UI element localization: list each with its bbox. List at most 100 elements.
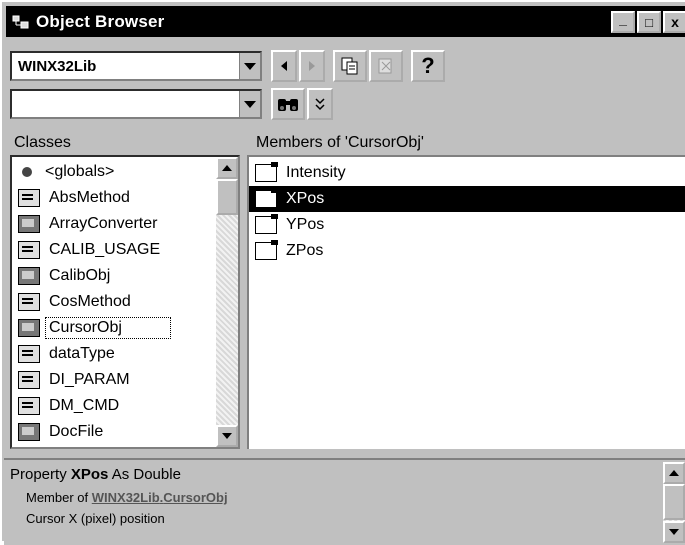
list-item[interactable]: YPos — [249, 212, 685, 238]
list-item[interactable]: DI_PARAM — [12, 367, 133, 393]
classes-scrollbar[interactable] — [216, 157, 238, 447]
scroll-down-button[interactable] — [663, 521, 685, 543]
list-item[interactable]: DocFile — [12, 419, 106, 445]
class-label: <globals> — [45, 163, 115, 180]
search-combo[interactable] — [10, 89, 262, 119]
classes-header: Classes — [10, 131, 235, 155]
class-link[interactable]: CursorObj — [163, 490, 227, 505]
search-button[interactable] — [271, 88, 305, 120]
member-of-label: Member of — [26, 490, 92, 505]
scroll-thumb[interactable] — [663, 484, 685, 520]
back-arrow-icon — [281, 61, 287, 71]
title-bar[interactable]: Object Browser _ □ x — [6, 6, 685, 37]
chevron-down-icon — [669, 529, 679, 535]
property-icon — [255, 162, 278, 182]
enum-icon — [18, 241, 40, 259]
copy-to-clipboard-button[interactable] — [333, 50, 367, 82]
scroll-up-button[interactable] — [216, 157, 238, 179]
member-label: Intensity — [286, 164, 346, 181]
pane-splitter[interactable] — [240, 131, 247, 449]
library-combo[interactable]: WINX32Lib — [10, 51, 262, 81]
view-definition-button[interactable] — [369, 50, 403, 82]
signature-suffix: As Double — [108, 466, 181, 483]
globals-icon — [22, 167, 32, 177]
close-button[interactable]: x — [663, 11, 685, 33]
class-label: AbsMethod — [49, 189, 130, 206]
class-label: CosMethod — [49, 293, 131, 310]
list-item[interactable]: AbsMethod — [12, 185, 133, 211]
signature-prefix: Property — [10, 466, 71, 483]
search-combo-dropdown-button[interactable] — [239, 91, 260, 117]
class-label: DM_CMD — [49, 397, 120, 414]
go-back-button[interactable] — [271, 50, 297, 82]
class-icon — [18, 215, 40, 233]
enum-icon — [18, 397, 40, 415]
go-forward-button[interactable] — [299, 50, 325, 82]
library-link[interactable]: WINX32Lib — [92, 490, 160, 505]
list-item[interactable]: Intensity — [249, 160, 685, 186]
member-label: YPos — [286, 216, 325, 233]
class-label: dataType — [49, 345, 115, 362]
object-browser-window: Object Browser _ □ x WINX32Lib ? Classes — [0, 0, 685, 545]
list-item-focused[interactable]: CursorObj — [12, 315, 171, 341]
class-icon — [18, 423, 40, 441]
list-item[interactable]: CALIB_USAGE — [12, 237, 163, 263]
enum-icon — [18, 345, 40, 363]
object-browser-app-icon — [12, 13, 30, 31]
property-icon — [255, 188, 278, 208]
member-label: ZPos — [286, 242, 324, 259]
chevron-down-icon — [244, 100, 256, 108]
chevron-up-icon — [222, 165, 232, 171]
enum-icon — [18, 189, 40, 207]
list-item-selected[interactable]: XPos — [249, 186, 685, 212]
list-item[interactable]: ZPos — [249, 238, 685, 264]
class-label: DI_PARAM — [49, 371, 130, 388]
member-label: XPos — [283, 189, 328, 209]
class-label: DocFile — [49, 423, 104, 440]
help-button[interactable]: ? — [411, 50, 445, 82]
binoculars-icon — [278, 99, 298, 111]
class-icon — [18, 267, 40, 285]
chevron-down-icon — [222, 433, 232, 439]
members-list[interactable]: Intensity XPos YPos ZPos — [247, 155, 685, 449]
list-item[interactable]: ArrayConverter — [12, 211, 160, 237]
minimize-button[interactable]: _ — [611, 11, 635, 33]
view-definition-icon — [378, 58, 392, 74]
classes-list[interactable]: <globals> AbsMethod ArrayConverter CALIB… — [10, 155, 240, 449]
scroll-thumb[interactable] — [216, 179, 238, 215]
class-label: CALIB_USAGE — [49, 241, 161, 258]
property-icon — [255, 214, 278, 234]
class-icon — [18, 319, 40, 337]
maximize-button[interactable]: □ — [637, 11, 661, 33]
class-label: CursorObj — [45, 317, 171, 339]
class-label: CalibObj — [49, 267, 111, 284]
scroll-up-button[interactable] — [663, 462, 685, 484]
list-item[interactable]: CosMethod — [12, 289, 134, 315]
library-combo-value: WINX32Lib — [18, 58, 97, 75]
chevron-up-icon — [669, 470, 679, 476]
list-item[interactable]: CalibObj — [12, 263, 113, 289]
show-search-results-button[interactable] — [307, 88, 333, 120]
maximize-icon: □ — [645, 14, 653, 30]
signature-member-name: XPos — [70, 466, 109, 483]
class-label: ArrayConverter — [49, 215, 158, 232]
details-pane: Property XPos As Double Member of WINX32… — [4, 458, 685, 545]
scroll-down-button[interactable] — [216, 425, 238, 447]
enum-icon — [18, 371, 40, 389]
chevron-double-down-icon — [315, 98, 325, 111]
list-item[interactable]: <globals> — [12, 159, 117, 185]
chevron-down-icon — [244, 62, 256, 70]
property-icon — [255, 240, 278, 260]
forward-arrow-icon — [309, 61, 315, 71]
copy-icon — [341, 57, 358, 75]
library-combo-dropdown-button[interactable] — [239, 53, 260, 79]
minimize-icon: _ — [619, 11, 627, 27]
members-header: Members of 'CursorObj' — [252, 131, 685, 155]
window-title: Object Browser — [36, 11, 165, 31]
list-item[interactable]: dataType — [12, 341, 118, 367]
member-signature: Property XPos As Double — [10, 466, 181, 483]
member-description: Cursor X (pixel) position — [26, 511, 165, 526]
details-scrollbar[interactable] — [663, 462, 685, 543]
list-item[interactable]: DM_CMD — [12, 393, 122, 419]
close-icon: x — [671, 14, 679, 30]
